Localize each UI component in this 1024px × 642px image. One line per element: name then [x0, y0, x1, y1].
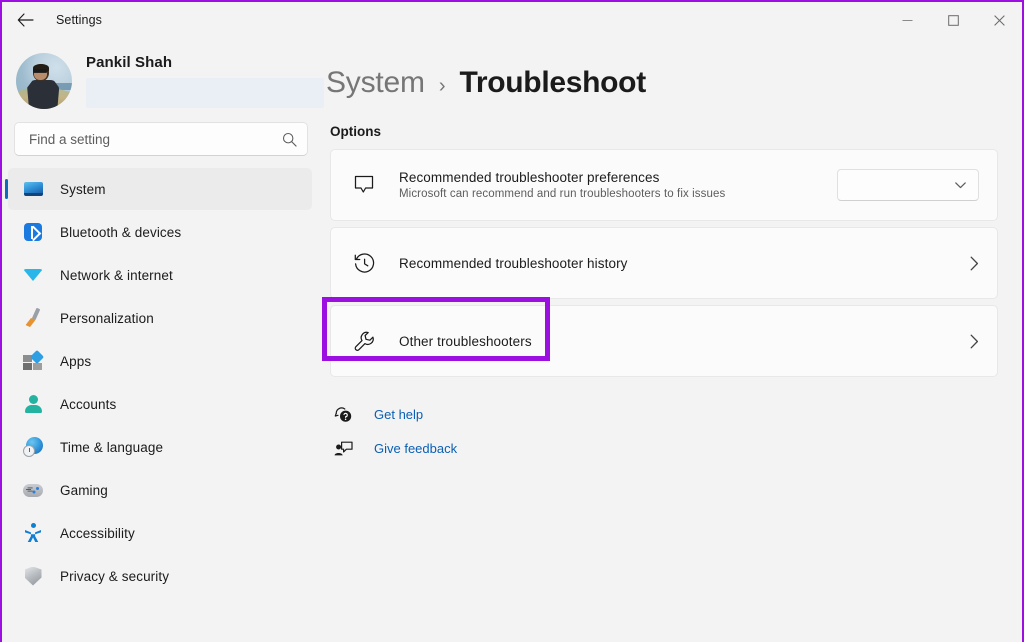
main-content: System › Troubleshoot Options Recommende…: [322, 38, 1022, 642]
page-title: Troubleshoot: [460, 66, 646, 100]
link-row-give-feedback[interactable]: Give feedback: [330, 433, 1022, 463]
help-icon: [330, 405, 356, 424]
window-body: Pankil Shah System: [2, 38, 1022, 642]
sidebar-item-personalization[interactable]: Personalization: [8, 297, 312, 339]
sidebar-item-privacy-security[interactable]: Privacy & security: [8, 555, 312, 597]
card-recommended-troubleshooter-preferences[interactable]: Recommended troubleshooter preferences M…: [330, 149, 998, 221]
shield-icon: [22, 565, 44, 587]
card-control: [970, 256, 979, 271]
give-feedback-link[interactable]: Give feedback: [374, 441, 457, 456]
maximize-button[interactable]: [930, 2, 976, 38]
search-icon: [282, 132, 297, 147]
history-icon: [347, 252, 381, 275]
account-icon: [22, 393, 44, 415]
options-list: Recommended troubleshooter preferences M…: [322, 149, 1022, 377]
minimize-button[interactable]: [884, 2, 930, 38]
sidebar-item-system[interactable]: System: [8, 168, 312, 210]
apps-icon: [22, 350, 44, 372]
sidebar-item-label: Network & internet: [60, 268, 173, 283]
user-profile[interactable]: Pankil Shah: [2, 38, 322, 112]
card-recommended-troubleshooter-history[interactable]: Recommended troubleshooter history: [330, 227, 998, 299]
sidebar-item-label: Apps: [60, 354, 91, 369]
card-control: [970, 334, 979, 349]
close-button[interactable]: [976, 2, 1022, 38]
gamepad-icon: [22, 479, 44, 501]
breadcrumb: System › Troubleshoot: [322, 66, 1022, 100]
card-texts: Recommended troubleshooter preferences M…: [399, 170, 837, 200]
card-title: Other troubleshooters: [399, 334, 970, 349]
sidebar-item-bluetooth-devices[interactable]: Bluetooth & devices: [8, 211, 312, 253]
sidebar: Pankil Shah System: [2, 38, 322, 642]
card-title: Recommended troubleshooter history: [399, 256, 970, 271]
wrench-icon: [347, 330, 381, 353]
sidebar-item-label: Accessibility: [60, 526, 135, 541]
sidebar-nav: System Bluetooth & devices Network & int…: [2, 162, 322, 597]
monitor-icon: [22, 178, 44, 200]
title-bar: Settings: [2, 2, 1022, 38]
sidebar-item-apps[interactable]: Apps: [8, 340, 312, 382]
sidebar-item-label: Accounts: [60, 397, 116, 412]
sidebar-item-accessibility[interactable]: Accessibility: [8, 512, 312, 554]
card-control: [837, 169, 979, 201]
sidebar-item-network-internet[interactable]: Network & internet: [8, 254, 312, 296]
sidebar-item-accounts[interactable]: Accounts: [8, 383, 312, 425]
section-label-options: Options: [322, 124, 1022, 139]
help-links: Get help Give feedback: [322, 399, 1022, 463]
link-row-get-help[interactable]: Get help: [330, 399, 1022, 429]
recommended-preferences-dropdown[interactable]: [837, 169, 979, 201]
close-icon: [994, 15, 1005, 26]
settings-window: Settings: [0, 0, 1024, 642]
card-texts: Recommended troubleshooter history: [399, 256, 970, 271]
sidebar-item-label: Gaming: [60, 483, 108, 498]
sidebar-item-label: Personalization: [60, 311, 154, 326]
speech-bubble-icon: [347, 174, 381, 196]
card-title: Recommended troubleshooter preferences: [399, 170, 837, 185]
search-box[interactable]: [14, 122, 308, 156]
sidebar-item-label: Time & language: [60, 440, 163, 455]
card-texts: Other troubleshooters: [399, 334, 970, 349]
accessibility-icon: [22, 522, 44, 544]
breadcrumb-parent[interactable]: System: [326, 66, 425, 100]
maximize-icon: [948, 15, 959, 26]
sidebar-item-label: System: [60, 182, 106, 197]
search-input[interactable]: [29, 132, 282, 147]
clock-globe-icon: [22, 436, 44, 458]
feedback-icon: [330, 439, 356, 458]
chevron-right-icon: ›: [439, 75, 446, 98]
avatar: [16, 53, 72, 109]
card-other-troubleshooters[interactable]: Other troubleshooters: [330, 305, 998, 377]
sidebar-item-label: Privacy & security: [60, 569, 169, 584]
sidebar-item-label: Bluetooth & devices: [60, 225, 181, 240]
user-name: Pankil Shah: [86, 54, 324, 71]
minimize-icon: [902, 15, 913, 26]
chevron-down-icon: [955, 182, 966, 189]
paintbrush-icon: [22, 307, 44, 329]
card-subtitle: Microsoft can recommend and run troubles…: [399, 188, 837, 200]
sidebar-item-gaming[interactable]: Gaming: [8, 469, 312, 511]
window-controls: [884, 2, 1022, 38]
wifi-icon: [22, 264, 44, 286]
chevron-right-icon[interactable]: [970, 334, 979, 349]
bluetooth-icon: [22, 221, 44, 243]
get-help-link[interactable]: Get help: [374, 407, 423, 422]
search-container: [2, 112, 322, 162]
back-button[interactable]: [8, 5, 42, 35]
chevron-right-icon[interactable]: [970, 256, 979, 271]
sidebar-item-time-language[interactable]: Time & language: [8, 426, 312, 468]
app-title: Settings: [56, 13, 102, 27]
user-email-redacted: [86, 78, 324, 108]
back-arrow-icon: [17, 13, 34, 27]
